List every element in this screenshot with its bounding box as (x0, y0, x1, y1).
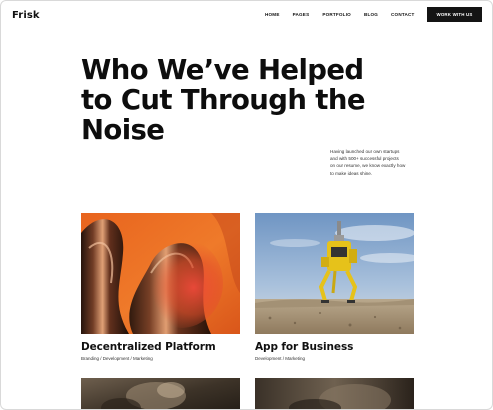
hero-description: Having launched our own startups and wit… (330, 148, 430, 177)
dark-texture-image[interactable] (81, 378, 240, 409)
nav-pages[interactable]: PAGES (293, 12, 310, 17)
dark-scene-image[interactable] (255, 378, 414, 409)
description-line: Having launched our own startups (330, 149, 400, 154)
portfolio-card-partial[interactable] (255, 378, 414, 409)
title-line: Who We’ve Helped (81, 54, 364, 86)
nav-portfolio[interactable]: PORTFOLIO (322, 12, 351, 17)
title-line: to Cut Through the (81, 84, 365, 116)
nav-contact[interactable]: CONTACT (391, 12, 415, 17)
portfolio-card-decentralized-platform[interactable]: Decentralized Platform Branding / Develo… (81, 213, 240, 361)
card-tags: Development / Marketing (255, 356, 306, 361)
nav-home[interactable]: HOME (265, 12, 280, 17)
page-frame: Frisk HOME PAGES PORTFOLIO BLOG CONTACT … (0, 0, 493, 410)
site-logo[interactable]: Frisk (12, 10, 40, 21)
portfolio-card-app-for-business[interactable]: App for Business Development / Marketing (255, 213, 414, 361)
description-line: on our resume, we know exactly how (330, 163, 406, 169)
card-title[interactable]: App for Business (255, 341, 353, 353)
abstract-render-image[interactable] (81, 213, 240, 334)
title-line: Noise (81, 114, 165, 146)
site-header: Frisk HOME PAGES PORTFOLIO BLOG CONTACT … (1, 1, 492, 29)
description-line: and with 500+ successful projects (330, 156, 399, 162)
card-title[interactable]: Decentralized Platform (81, 341, 216, 353)
page-title: Who We’ve Helped to Cut Through the Nois… (81, 55, 401, 145)
portfolio-card-partial[interactable] (81, 378, 240, 409)
work-with-us-button[interactable]: WORK WITH US (427, 7, 482, 22)
description-line: to make ideas shine. (330, 170, 373, 176)
card-tags: Branding / Development / Marketing (81, 356, 153, 361)
nav-blog[interactable]: BLOG (364, 12, 378, 17)
robot-photo-image[interactable] (255, 213, 414, 334)
main-nav: HOME PAGES PORTFOLIO BLOG CONTACT (265, 12, 428, 17)
